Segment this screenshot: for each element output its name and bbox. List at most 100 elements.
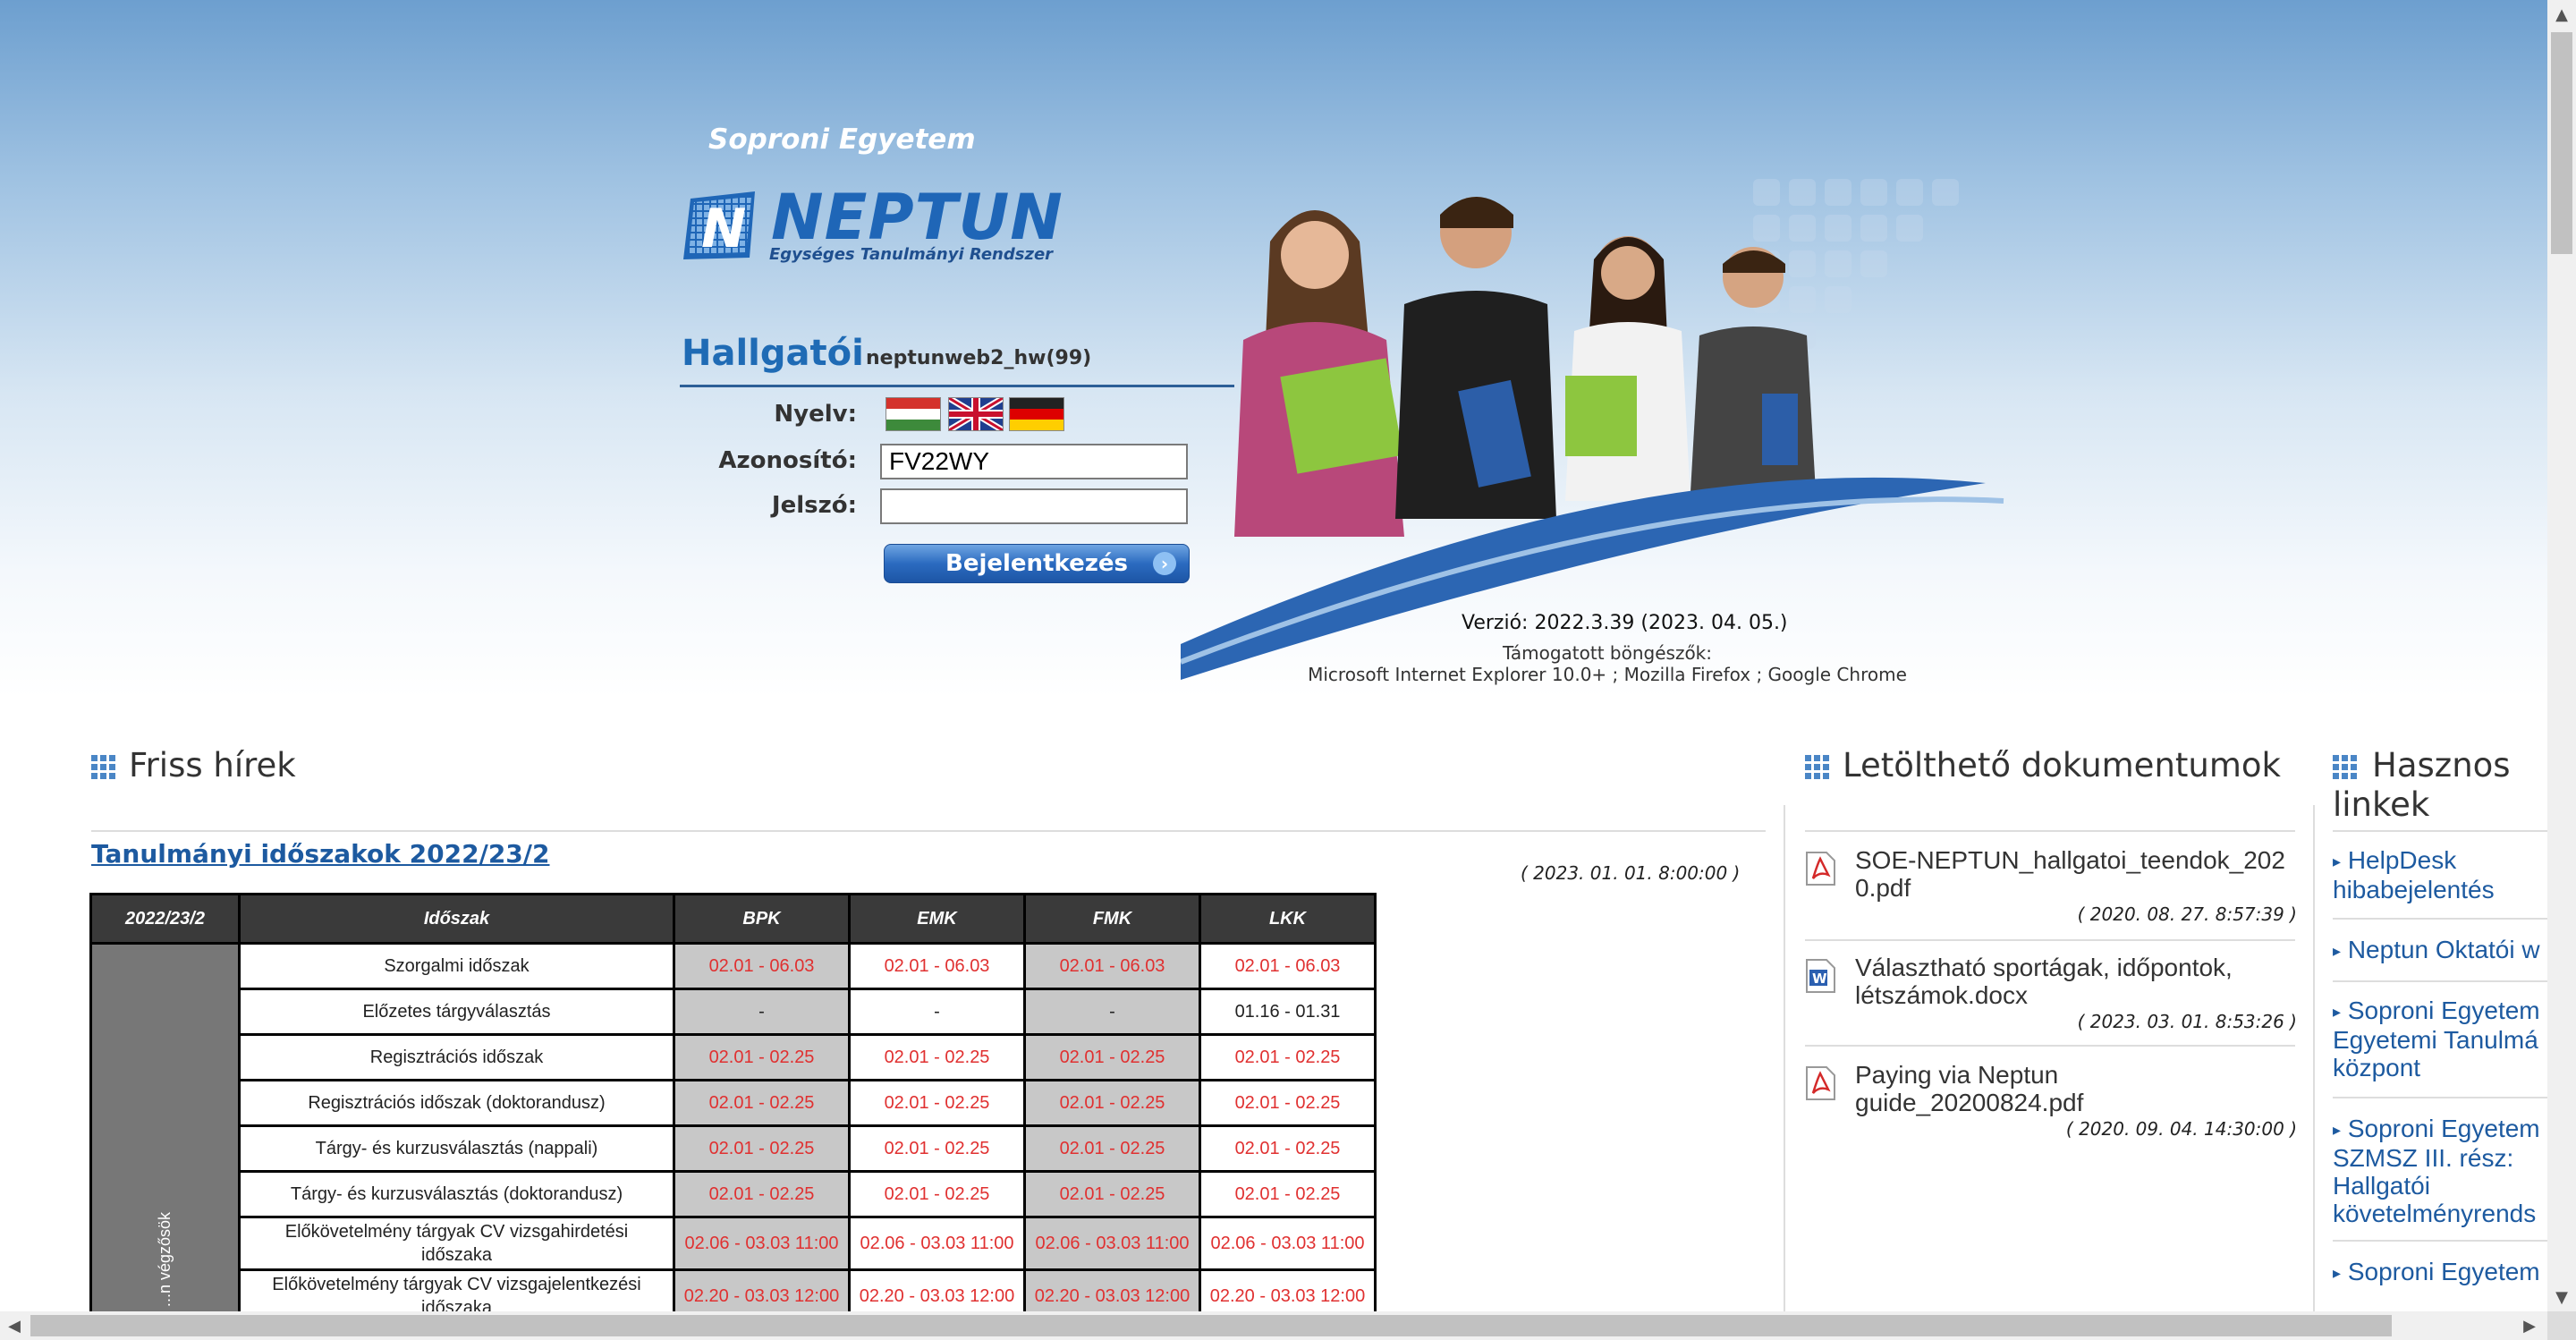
table-header-cell: EMK [848, 893, 1026, 945]
students-illustration [1181, 179, 2004, 680]
title-divider [680, 385, 1234, 387]
document-name[interactable]: Választható sportágak, időpontok, létszá… [1855, 954, 2302, 1009]
password-label: Jelszó: [771, 492, 857, 519]
table-header-cell: 2022/23/2 [89, 893, 241, 945]
table-cell: 02.01 - 02.25 [673, 1079, 851, 1127]
hungarian-flag-icon[interactable] [886, 397, 941, 431]
link-label[interactable]: HelpDesk hibabejelentés [2333, 846, 2495, 903]
scroll-left-icon[interactable]: ◀ [0, 1317, 29, 1336]
horizontal-scroll-thumb[interactable] [30, 1315, 2392, 1336]
row-label: Előkövetelmény tárgyak CV vizsgahirdetés… [238, 1216, 675, 1271]
links-divider [2333, 830, 2547, 832]
table-header-cell: Időszak [238, 893, 675, 945]
username-label: Azonosító: [718, 447, 857, 474]
triangle-right-icon: ▸ [2333, 942, 2342, 961]
link-item[interactable]: ▸ Soproni Egyetem [2333, 1258, 2547, 1287]
table-cell: 02.06 - 03.03 11:00 [1023, 1216, 1201, 1271]
row-label: Regisztrációs időszak [238, 1033, 675, 1081]
svg-text:W: W [1812, 971, 1827, 987]
scroll-right-icon[interactable]: ▶ [2515, 1317, 2544, 1336]
username-input[interactable] [880, 444, 1188, 479]
row-label: Tárgy- és kurzusválasztás (doktorandusz) [238, 1170, 675, 1218]
german-flag-icon[interactable] [1009, 397, 1064, 431]
table-cell: 02.01 - 02.25 [1199, 1079, 1377, 1127]
supported-browsers-title: Támogatott böngészők: [1502, 642, 1713, 664]
document-item[interactable]: SOE-NEPTUN_hallgatoi_teendok_2020.pdf ( … [1805, 846, 2297, 936]
scroll-down-icon[interactable]: ▼ [2547, 1288, 2576, 1307]
table-cell: - [848, 988, 1026, 1036]
link-label[interactable]: Neptun Oktatói w [2348, 936, 2540, 963]
table-cell: 02.01 - 02.25 [1023, 1033, 1201, 1081]
table-cell: 02.06 - 03.03 11:00 [1199, 1216, 1377, 1271]
link-label[interactable]: Soproni Egyetem SZMSZ III. rész: Hallgat… [2333, 1115, 2540, 1227]
grid-dots-icon [1805, 755, 1829, 779]
news-divider [91, 830, 1766, 832]
link-label[interactable]: Soproni Egyetem [2348, 1258, 2540, 1285]
table-cell: 02.01 - 02.25 [1199, 1170, 1377, 1218]
link-divider [2333, 1097, 2547, 1098]
table-cell: 02.01 - 02.25 [1023, 1124, 1201, 1173]
table-cell: - [673, 988, 851, 1036]
link-item[interactable]: ▸ HelpDesk hibabejelentés [2333, 846, 2538, 903]
column-divider [2313, 805, 2315, 1311]
table-header-cell: LKK [1199, 893, 1377, 945]
table-cell: 02.01 - 02.25 [1023, 1079, 1201, 1127]
password-input[interactable] [880, 488, 1188, 524]
server-name: neptunweb2_hw(99) [866, 347, 1092, 369]
side-label-cell: ...n végzősök [89, 942, 241, 1324]
table-cell: - [1023, 988, 1201, 1036]
login-button[interactable]: Bejelentkezés › [884, 544, 1190, 583]
svg-text:N: N [701, 198, 746, 260]
pdf-icon [1806, 1066, 1835, 1100]
english-flag-icon[interactable] [948, 397, 1004, 431]
table-row: ...n végzősök Szorgalmi időszak 02.01 - … [89, 942, 1377, 1324]
table-cell: 02.01 - 06.03 [673, 942, 851, 990]
table-row: Tárgy- és kurzusválasztás (doktorandusz)… [91, 1170, 1377, 1218]
document-name[interactable]: Paying via Neptun guide_20200824.pdf [1855, 1061, 2123, 1116]
link-divider [2333, 980, 2547, 982]
news-item-link[interactable]: Tanulmányi időszakok 2022/23/2 [91, 839, 550, 869]
table-cell: 02.01 - 02.25 [848, 1170, 1026, 1218]
table-cell: 02.01 - 02.25 [1023, 1170, 1201, 1218]
vertical-scroll-thumb[interactable] [2551, 32, 2572, 254]
table-row: Regisztrációs időszak (doktorandusz) 02.… [91, 1079, 1377, 1127]
table-cell: 02.01 - 02.25 [673, 1124, 851, 1173]
link-label[interactable]: Soproni Egyetem Egyetemi Tanulmá központ [2333, 997, 2540, 1081]
language-label: Nyelv: [774, 401, 857, 428]
documents-divider [1805, 830, 2295, 832]
link-item[interactable]: ▸ Neptun Oktatói w [2333, 936, 2547, 965]
table-cell: 02.01 - 02.25 [848, 1079, 1026, 1127]
table-header-row: 2022/23/2 Időszak BPK EMK FMK LKK [89, 893, 1377, 945]
table-header-cell: BPK [673, 893, 851, 945]
document-name[interactable]: SOE-NEPTUN_hallgatoi_teendok_2020.pdf [1855, 846, 2302, 902]
table-cell: 02.01 - 02.25 [673, 1033, 851, 1081]
column-divider [1784, 805, 1785, 1311]
table-cell: 02.01 - 06.03 [848, 942, 1026, 990]
links-section-title: Hasznos linkek [2333, 746, 2511, 824]
row-label: Szorgalmi időszak [238, 942, 675, 990]
table-cell: 02.01 - 02.25 [1199, 1124, 1377, 1173]
documents-section-title: Letölthető dokumentumok [1843, 746, 2281, 784]
university-name: Soproni Egyetem [708, 123, 976, 156]
table-row: Regisztrációs időszak 02.01 - 02.25 02.0… [91, 1033, 1377, 1081]
table-header-cell: FMK [1023, 893, 1201, 945]
scroll-up-icon[interactable]: ▲ [2547, 5, 2576, 24]
link-item[interactable]: ▸ Soproni Egyetem SZMSZ III. rész: Hallg… [2333, 1115, 2547, 1229]
supported-browsers: Támogatott böngészők: Microsoft Internet… [1299, 642, 1916, 685]
pdf-icon [1806, 852, 1835, 886]
login-button-label: Bejelentkezés [945, 550, 1128, 577]
table-cell: 02.06 - 03.03 11:00 [673, 1216, 851, 1271]
word-icon: W [1806, 959, 1835, 993]
table-cell: 02.01 - 06.03 [1199, 942, 1377, 990]
row-label: Tárgy- és kurzusválasztás (nappali) [238, 1124, 675, 1173]
link-item[interactable]: ▸ Soproni Egyetem Egyetemi Tanulmá közpo… [2333, 997, 2547, 1082]
document-date: ( 2020. 09. 04. 14:30:00 ) [2065, 1118, 2297, 1140]
news-section-title: Friss hírek [129, 746, 296, 784]
logo-subtitle: Egységes Tanulmányi Rendszer [769, 245, 1054, 264]
document-item[interactable]: Paying via Neptun guide_20200824.pdf ( 2… [1805, 1061, 2297, 1150]
row-label: Előzetes tárgyválasztás [238, 988, 675, 1036]
document-item[interactable]: W Választható sportágak, időpontok, léts… [1805, 954, 2297, 1043]
periods-table: 2022/23/2 Időszak BPK EMK FMK LKK ...n v… [89, 893, 1377, 1324]
link-divider [2333, 918, 2547, 920]
document-date: ( 2020. 08. 27. 8:57:39 ) [2077, 903, 2297, 925]
